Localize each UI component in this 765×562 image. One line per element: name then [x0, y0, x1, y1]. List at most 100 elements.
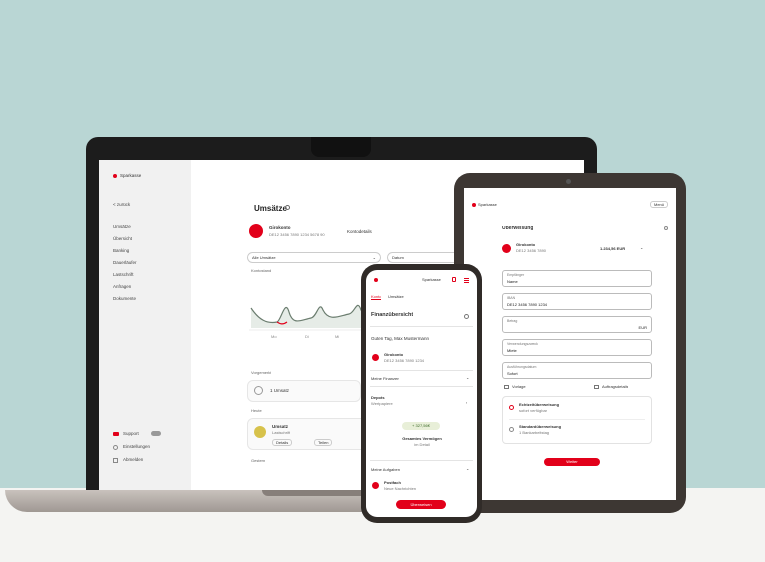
account-iban: DE12 3456 7890 1234	[384, 358, 425, 363]
filter-select-value: Alle Umsätze	[252, 255, 276, 260]
execution-date-field[interactable]: Ausführungsdatum Sofort	[502, 362, 652, 379]
brand-label: Sparkasse	[422, 277, 441, 282]
info-icon[interactable]	[285, 205, 290, 210]
balance-label: Kontostand	[251, 268, 272, 273]
balance-area	[251, 305, 372, 328]
sidebar-item-lastschrift[interactable]: Lastschrift	[113, 272, 134, 277]
toggle-switch[interactable]	[151, 431, 161, 436]
iban-label: IBAN	[507, 296, 516, 300]
transaction-title: Umsatz	[272, 424, 289, 429]
sort-select-value: Datum	[392, 255, 404, 260]
pending-item-label: 1 Umsatz	[270, 388, 290, 393]
chevron-right-icon[interactable]: ›	[466, 400, 467, 405]
iban-field[interactable]: IBAN DE12 3456 7890 1234	[502, 293, 652, 310]
share-button[interactable]: Teilen	[314, 439, 333, 446]
transfer-type-options: Echtzeitüberweisung sofort verfügbar Sta…	[502, 396, 652, 444]
sparkasse-logo-icon	[374, 278, 378, 282]
transfer-button[interactable]: Überweisen	[396, 500, 446, 509]
account-name: Girokonto	[269, 225, 291, 230]
recipient-field[interactable]: Empfänger Name	[502, 270, 652, 287]
page-title: Finanzübersicht	[371, 312, 414, 318]
back-link[interactable]: < zurück	[113, 202, 130, 207]
radio-option-standard[interactable]	[509, 427, 514, 432]
sidebar-item-umsaetze[interactable]: Umsätze	[113, 224, 131, 229]
performance-chip: + 327,56€	[402, 422, 440, 430]
gear-icon[interactable]	[464, 314, 469, 319]
order-details-link[interactable]: Auftragsdetails	[602, 384, 628, 389]
account-icon	[249, 224, 263, 238]
sidebar-item-uebersicht[interactable]: Übersicht	[113, 236, 132, 241]
settings-link[interactable]: Einstellungen	[123, 444, 150, 449]
menu-icon[interactable]	[464, 278, 469, 279]
sidebar-item-banking[interactable]: Banking	[113, 248, 129, 253]
tab-konto[interactable]: Konto	[371, 294, 382, 300]
logout-link[interactable]: Abmelden	[123, 457, 143, 462]
tablet-screen: Sparkasse Menü Überweisung Girokonto DE1…	[464, 188, 676, 500]
account-details-link[interactable]: Kontodetails	[347, 229, 372, 234]
chevron-down-icon[interactable]: ⌄	[466, 466, 469, 471]
section-today-label: Heute	[251, 408, 262, 413]
transaction-subtitle: Lastschrift	[272, 430, 291, 435]
reference-value: Miete	[507, 348, 517, 353]
section-depots-sub: Wertpapiere	[371, 401, 393, 406]
option-instant-sub: sofort verfügbar	[519, 408, 548, 413]
balance-chart	[249, 304, 374, 331]
divider	[509, 419, 645, 420]
section-finances[interactable]: Meine Finanzen	[371, 376, 399, 381]
brand-label: Sparkasse	[120, 173, 142, 178]
filter-select[interactable]: Alle Umsätze ⌄	[247, 252, 381, 263]
laptop-base-lip	[262, 490, 372, 496]
gear-icon	[113, 445, 118, 450]
phone-screen: Sparkasse Konto Umsätze Finanzübersicht …	[366, 270, 477, 517]
page-title: Überweisung	[502, 226, 534, 231]
divider	[370, 326, 473, 327]
iban-value: DE12 3456 7890 1234	[507, 302, 548, 307]
support-link[interactable]: Support	[123, 431, 139, 436]
info-icon[interactable]	[664, 226, 668, 230]
section-yesterday-label: Gestern	[251, 458, 266, 463]
menu-button[interactable]: Menü	[650, 201, 669, 208]
tab-umsaetze[interactable]: Umsätze	[388, 294, 404, 299]
account-icon	[502, 244, 511, 253]
submit-button[interactable]: Weiter	[544, 458, 600, 466]
support-icon	[113, 432, 119, 436]
logout-icon	[113, 458, 118, 463]
from-account-name: Girokonto	[516, 242, 536, 247]
template-link[interactable]: Vorlage	[512, 384, 526, 389]
chart-tick-x: Mo	[271, 334, 277, 339]
chevron-down-icon[interactable]: ⌄	[466, 375, 469, 380]
reference-field[interactable]: Verwendungszweck Miete	[502, 339, 652, 356]
execution-date-value: Sofort	[507, 371, 518, 376]
amount-label: Betrag	[507, 319, 518, 323]
chart-tick-x: Mi	[335, 334, 340, 339]
execution-date-label: Ausführungsdatum	[507, 365, 537, 369]
radio-option-instant[interactable]	[509, 405, 514, 410]
sidebar-item-anfragen[interactable]: Anfragen	[113, 284, 131, 289]
recipient-value: Name	[507, 279, 518, 284]
chevron-down-icon[interactable]: ⌄	[640, 245, 643, 250]
amount-field[interactable]: Betrag EUR	[502, 316, 652, 333]
divider	[370, 460, 473, 461]
transaction-item[interactable]: Umsatz Lastschrift Details Teilen	[247, 418, 369, 450]
sidebar-item-dokumente[interactable]: Dokumente	[113, 296, 136, 301]
assets-title: Gesamtes Vermögen	[402, 436, 442, 441]
merchant-icon	[254, 426, 266, 438]
from-account-balance: 1.234,56 EUR	[600, 246, 626, 251]
lock-icon[interactable]	[452, 277, 456, 282]
template-icon	[504, 385, 509, 389]
mailbox-icon	[372, 482, 379, 489]
divider	[370, 370, 473, 371]
sparkasse-logo-icon	[113, 174, 117, 178]
details-button[interactable]: Details	[272, 439, 293, 446]
pending-item[interactable]: 1 Umsatz	[247, 380, 361, 402]
section-tasks[interactable]: Meine Aufgaben	[371, 467, 400, 472]
brand-label: Sparkasse	[478, 202, 497, 207]
section-pending-label: Vorgemerkt	[251, 370, 272, 375]
laptop-sidebar: Sparkasse < zurück Umsätze Übersicht Ban…	[99, 160, 191, 490]
sidebar-item-dauerlaeufer[interactable]: Dauerläufer	[113, 260, 137, 265]
page-title: Umsätze	[254, 204, 287, 213]
sparkasse-logo-icon	[472, 203, 476, 207]
option-standard-title: Standardüberweisung	[519, 424, 562, 429]
greeting: Guten Tag, Max Mustermann	[371, 336, 429, 341]
option-standard-sub: 1 Bankarbeitstag	[519, 430, 550, 435]
